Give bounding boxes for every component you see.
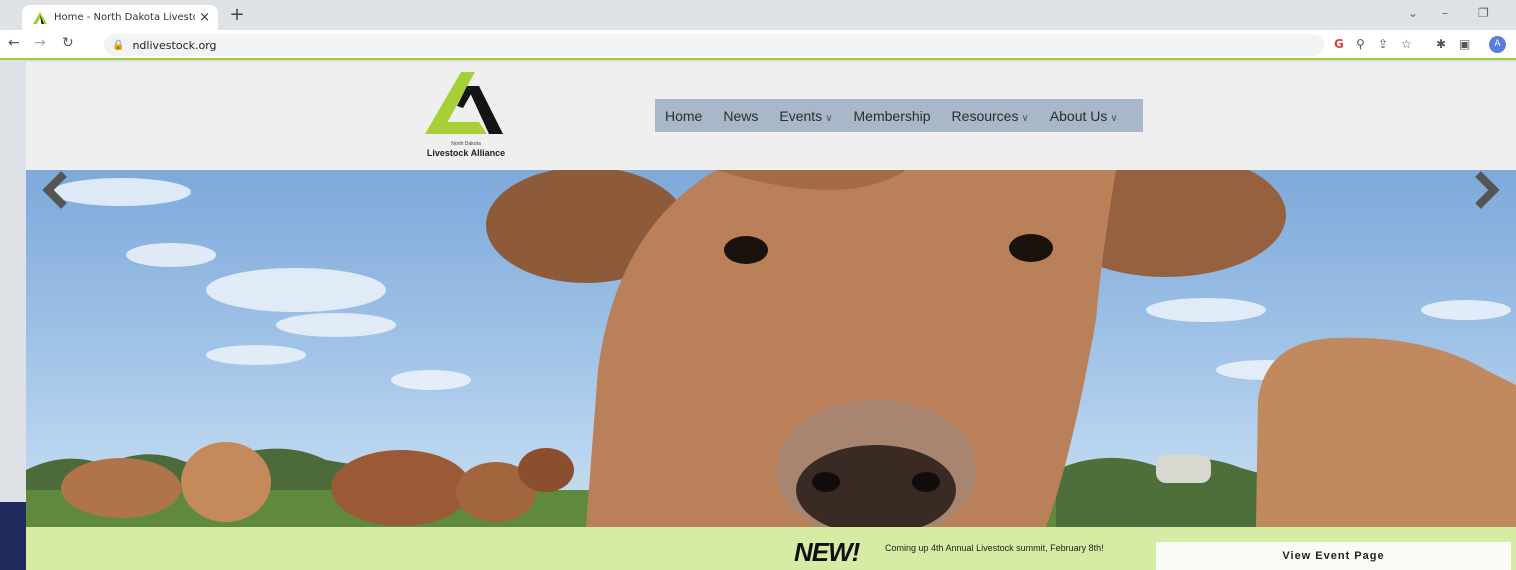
chevron-left-icon[interactable] [38,170,74,210]
chevron-down-icon: ∨ [825,112,833,124]
nav-about-us-label: About Us [1049,107,1108,124]
nav-resources-label: Resources [951,107,1019,124]
nav-membership-label: Membership [853,107,931,124]
restore-icon[interactable]: ❐ [1478,6,1489,20]
reload-icon[interactable]: ↻ [62,35,74,51]
nav-home-label: Home [665,107,703,124]
site-favicon [33,11,47,24]
logo-mark-icon [425,72,503,134]
lock-icon[interactable]: 🔒 [112,40,124,51]
nav-news-label: News [723,107,759,124]
back-icon[interactable]: ← [8,35,20,51]
nav-events[interactable]: Events ∨ [779,108,832,124]
google-icon[interactable]: G [1334,37,1344,51]
new-tag: NEW! [794,537,860,567]
web-page: North Dakota Livestock Alliance Home New… [26,62,1516,570]
side-panel-icon[interactable]: ▣ [1459,37,1470,51]
chevron-right-icon[interactable] [1468,170,1504,210]
view-event-page-button[interactable]: View Event Page [1156,542,1511,570]
chevron-down-icon: ∨ [1110,112,1118,124]
url-text[interactable]: ndlivestock.org [132,39,216,52]
tab-close-icon[interactable]: × [199,10,210,25]
logo-subtitle: North Dakota [451,141,481,147]
nav-home[interactable]: Home [665,108,702,124]
hero-slider [26,170,1516,527]
nav-membership[interactable]: Membership [854,108,931,124]
tab-search-icon[interactable]: ⌄ [1408,6,1418,20]
desktop-background [0,502,26,570]
share-icon[interactable]: ⇪ [1378,37,1388,51]
tab-title: Home - North Dakota Livestock A [54,12,195,23]
announcement-banner: NEW! Coming up 4th Annual Livestock summ… [26,527,1516,570]
nav-about-us[interactable]: About Us ∨ [1050,108,1118,124]
browser-toolbar: ← → ↻ 🔒 ndlivestock.org G ⚲ ⇪ ☆ ✱ ▣ A [0,30,1516,60]
minimize-icon[interactable]: – [1442,6,1448,20]
logo-name: Livestock Alliance [426,148,506,158]
browser-tab-active[interactable]: Home - North Dakota Livestock A × [22,5,218,30]
nav-resources[interactable]: Resources ∨ [952,108,1029,124]
address-bar[interactable]: 🔒 ndlivestock.org [104,34,1324,56]
chevron-down-icon: ∨ [1021,112,1029,124]
extensions-icon[interactable]: ✱ [1436,37,1446,51]
profile-avatar[interactable]: A [1489,36,1506,53]
forward-icon[interactable]: → [34,35,46,51]
new-tab-button[interactable]: + [226,5,248,27]
nav-news[interactable]: News [723,108,758,124]
announcement-text: Coming up 4th Annual Livestock summit, F… [885,543,1104,553]
site-logo[interactable]: North Dakota Livestock Alliance [421,68,511,164]
bookmark-star-icon[interactable]: ☆ [1401,37,1412,51]
zoom-icon[interactable]: ⚲ [1356,37,1365,51]
site-header: North Dakota Livestock Alliance Home New… [26,62,1516,170]
hero-image [26,170,1516,527]
nav-events-label: Events [779,107,823,124]
main-navigation: Home News Events ∨ Membership Resources ∨ … [655,99,1143,132]
browser-tabstrip: Home - North Dakota Livestock A × + ⌄ – … [0,0,1516,30]
